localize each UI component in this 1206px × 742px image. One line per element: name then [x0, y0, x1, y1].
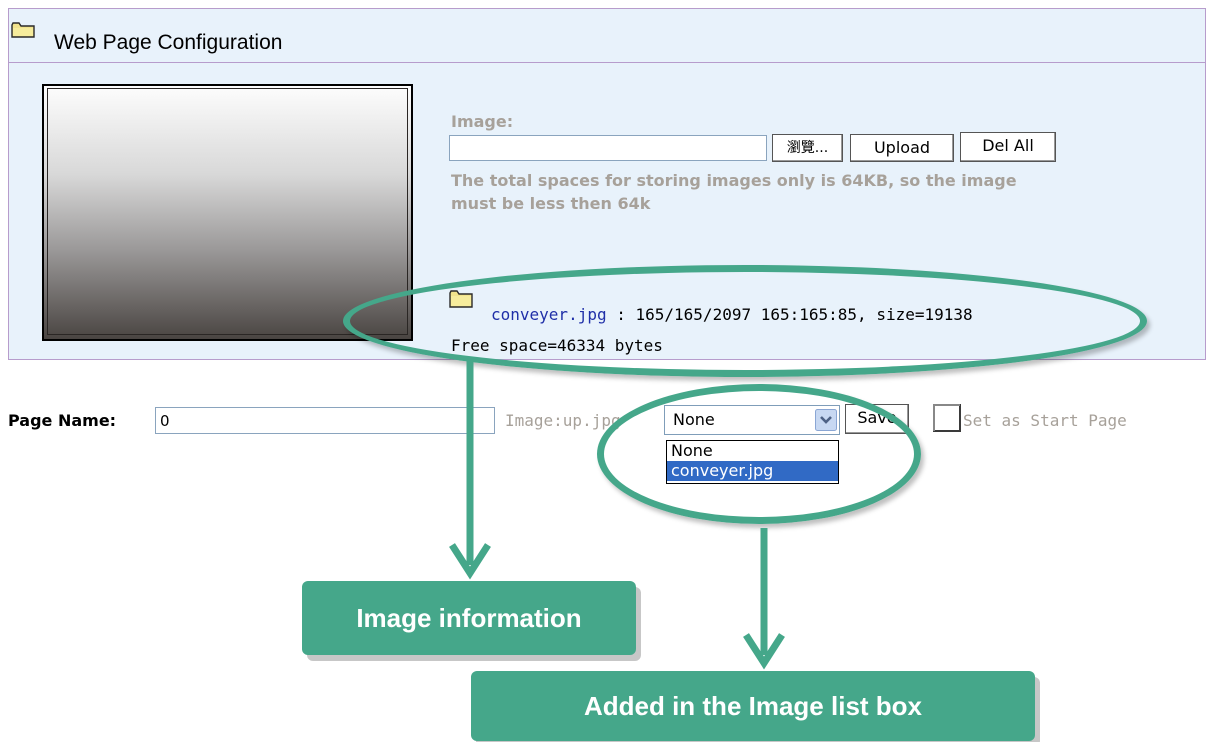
- panel-header-divider: [8, 62, 1206, 63]
- browse-button[interactable]: 瀏覽...: [772, 134, 843, 162]
- arrow-down-icon: [449, 360, 491, 580]
- image-preview: [42, 84, 413, 341]
- page-name-label: Page Name:: [8, 411, 117, 430]
- checkbox-icon[interactable]: [928, 399, 964, 435]
- image-label: Image:: [451, 112, 514, 131]
- del-all-button[interactable]: Del All: [960, 132, 1056, 162]
- image-information-callout: Image information: [302, 581, 636, 655]
- panel-title: Web Page Configuration: [54, 31, 283, 54]
- folder-icon: [11, 22, 35, 38]
- start-page-label: Set as Start Page: [963, 411, 1127, 430]
- upload-button[interactable]: Upload: [850, 134, 954, 162]
- storage-note-line2: must be less then 64k: [451, 194, 651, 213]
- page-image-label: Image:up.jpg: [505, 411, 621, 430]
- image-file-input[interactable]: [449, 135, 767, 161]
- list-box-highlight-ring: [597, 384, 921, 524]
- added-list-box-callout: Added in the Image list box: [471, 671, 1035, 741]
- arrow-down-icon: [743, 528, 785, 670]
- storage-note-line1: The total spaces for storing images only…: [451, 171, 1017, 190]
